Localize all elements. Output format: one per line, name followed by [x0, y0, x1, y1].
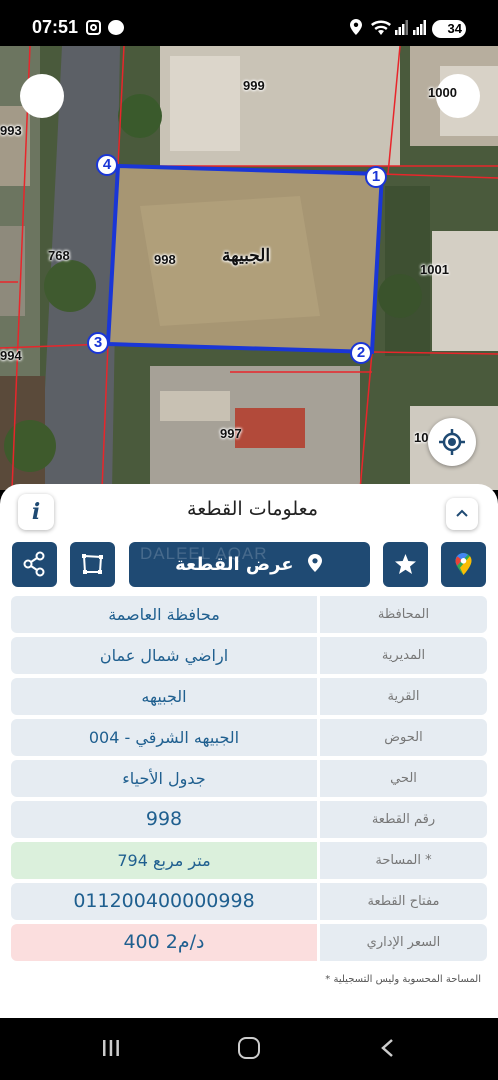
share-button[interactable] — [12, 542, 57, 587]
parcel-label: 1001 — [420, 262, 449, 277]
area-footnote: * المساحة المحسوبة وليس التسجيلية — [325, 974, 481, 985]
favorites-map-button[interactable] — [20, 74, 64, 118]
directorate-row: اراضي شمال عمان المديرية — [11, 637, 487, 674]
plot-key-row: 011200400000998 مفتاح القطعة — [11, 883, 487, 920]
show-plot-label: عرض القطعة — [175, 554, 294, 575]
parcel-label: 999 — [243, 78, 265, 93]
battery-icon: 34 — [432, 20, 466, 38]
google-maps-button[interactable] — [441, 542, 486, 587]
village-row: الجبيهه القرية — [11, 678, 487, 715]
plot-key-label: مفتاح القطعة — [320, 883, 487, 920]
home-button[interactable] — [238, 1037, 260, 1059]
parcel-label: 997 — [220, 426, 242, 441]
parcel-label: 998 — [154, 252, 176, 267]
favorite-button[interactable] — [383, 542, 428, 587]
parcel-label: 10 — [414, 430, 429, 445]
directorate-label: المديرية — [320, 637, 487, 674]
recent-apps-button[interactable] — [102, 1039, 120, 1057]
vertex-marker: 4 — [96, 154, 118, 176]
vertex-marker: 3 — [87, 332, 109, 354]
village-value: الجبيهه — [11, 678, 317, 715]
admin-price-value: 400 د/م2 — [11, 924, 317, 961]
plot-number-row: 998 رقم القطعة — [11, 801, 487, 838]
area-label: المساحة * — [320, 842, 487, 879]
share-icon — [23, 551, 45, 577]
parcel-info-panel: i معلومات القطعة عرض القطعة DALEEL AQAR — [0, 484, 498, 1018]
status-bar: 07:51 34 — [0, 0, 498, 46]
crosshair-icon — [439, 429, 465, 455]
directorate-value: اراضي شمال عمان — [11, 637, 317, 674]
plot-number-label: رقم القطعة — [320, 801, 487, 838]
vertex-marker: 1 — [365, 166, 387, 188]
district-value[interactable]: جدول الأحياء — [11, 760, 317, 797]
signal-icon — [395, 20, 408, 35]
polygon-icon — [82, 554, 103, 574]
parcel-shape-button[interactable] — [70, 542, 115, 587]
chevron-up-icon — [456, 509, 468, 517]
chat-icon — [108, 20, 124, 35]
signal-icon-2 — [413, 20, 426, 35]
area-value: 794 متر مربع — [11, 842, 317, 879]
back-button[interactable] — [378, 1038, 398, 1058]
village-map-label: الجبيهة — [222, 246, 271, 265]
parcel-label: 993 — [0, 123, 22, 138]
location-icon — [350, 19, 362, 35]
basin-value: الجبيهه الشرقي - 004 — [11, 719, 317, 756]
plot-number-value: 998 — [11, 801, 317, 838]
governorate-row: محافظة العاصمة المحافظة — [11, 596, 487, 633]
parcel-label: 1000 — [428, 85, 457, 100]
pin-icon — [307, 554, 322, 572]
district-label: الحي — [320, 760, 487, 797]
vertex-marker: 2 — [350, 342, 372, 364]
plot-key-value: 011200400000998 — [11, 883, 317, 920]
parcel-label: 768 — [48, 248, 70, 263]
parcel-label: 994 — [0, 348, 22, 363]
governorate-label: المحافظة — [320, 596, 487, 633]
instagram-icon — [86, 20, 101, 35]
district-row: جدول الأحياء الحي — [11, 760, 487, 797]
show-plot-button[interactable]: عرض القطعة — [129, 542, 370, 587]
info-button[interactable]: i — [18, 494, 54, 530]
basin-label: الحوض — [320, 719, 487, 756]
basin-row: الجبيهه الشرقي - 004 الحوض — [11, 719, 487, 756]
status-time: 07:51 — [32, 17, 79, 37]
admin-price-label: السعر الإداري — [320, 924, 487, 961]
google-maps-icon — [455, 553, 472, 575]
wifi-icon — [371, 20, 391, 35]
system-nav-bar — [0, 1018, 498, 1080]
my-location-button[interactable] — [428, 418, 476, 466]
panel-title: معلومات القطعة — [187, 498, 318, 520]
area-row: 794 متر مربع المساحة * — [11, 842, 487, 879]
star-icon — [395, 554, 416, 574]
governorate-value: محافظة العاصمة — [11, 596, 317, 633]
village-label: القرية — [320, 678, 487, 715]
collapse-button[interactable] — [446, 498, 478, 530]
satellite-map[interactable]: 999 1000 993 768 998 الجبيهة 1001 994 99… — [0, 46, 498, 490]
admin-price-row: 400 د/م2 السعر الإداري — [11, 924, 487, 961]
